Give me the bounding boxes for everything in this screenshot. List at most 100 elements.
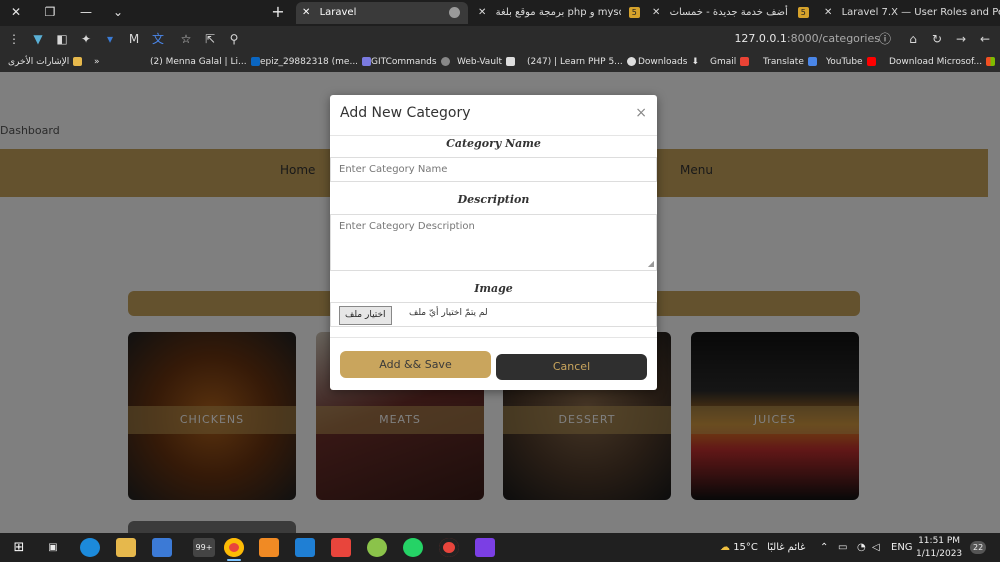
gmail-icon xyxy=(740,57,750,66)
edge-badge[interactable]: 99+ xyxy=(193,538,215,557)
bookmark-label: Downloads xyxy=(638,57,688,67)
udemy-icon: 5 xyxy=(628,6,640,18)
url-host: 127.0.0.1 xyxy=(734,32,787,45)
description-label: Description xyxy=(457,193,530,206)
bookmark-label: Gmail xyxy=(710,57,737,67)
record-icon[interactable] xyxy=(439,538,459,557)
microsoft-icon xyxy=(986,57,996,66)
window-close-icon[interactable]: ✕ xyxy=(6,3,26,21)
linkedin-icon xyxy=(250,57,260,66)
bookmark-label: الإشارات الأخرى xyxy=(8,57,70,67)
new-tab-icon[interactable]: + xyxy=(268,3,288,21)
folder-icon xyxy=(73,57,83,66)
bookmark-overflow[interactable]: » xyxy=(94,55,100,69)
app-icon[interactable] xyxy=(367,538,387,557)
weather-text: غائم غالبًا xyxy=(767,542,806,553)
bookmark-label: Download Microsof... xyxy=(889,57,983,67)
windows-taskbar: ⊞ ▣ 99+ ☁ 15°C غائم غالبًا ⌃ ▭ ◔ ◁ ENG 1… xyxy=(0,533,1000,562)
system-clock[interactable]: 11:51 PM 1/11/2023 xyxy=(916,535,962,561)
bookmark-downloads[interactable]: Downloads ⬇ xyxy=(638,55,699,69)
browser-tab-bar: ✕ ❐ — ⌄ + ✕ Laravel ✕ برمجة موقع بلغة ph… xyxy=(0,0,1000,26)
bookmark-linkedin[interactable]: (2) Menna Galal | Li... xyxy=(150,55,260,69)
chrome-icon[interactable] xyxy=(224,538,244,557)
home-icon[interactable]: ⌂ xyxy=(905,30,921,48)
tab-khamsat[interactable]: ✕ أضف خدمة جديدة - خمسات 5 xyxy=(646,2,814,24)
back-icon[interactable]: ← xyxy=(977,30,993,48)
add-category-modal: Add New Category × Category Name Enter C… xyxy=(330,95,657,390)
translate-extension-icon[interactable]: 文 xyxy=(150,30,166,48)
store-icon[interactable] xyxy=(152,538,172,557)
resize-grip-icon[interactable]: ◢ xyxy=(648,259,654,268)
tray-battery-icon[interactable]: ▭ xyxy=(838,533,847,562)
bookmark-download-microsoft[interactable]: Download Microsof... xyxy=(889,55,996,69)
notification-center-icon[interactable]: 22 xyxy=(970,533,987,562)
weather-temp: 15°C xyxy=(733,542,758,553)
close-icon[interactable]: × xyxy=(635,105,647,121)
edge-icon[interactable] xyxy=(80,538,100,557)
share-icon[interactable]: ⇱ xyxy=(202,30,218,48)
image-file-input: اختيار ملف لم يتمّ اختيار أيّ ملف xyxy=(330,302,657,327)
whatsapp-icon[interactable] xyxy=(403,538,423,557)
tab-laravel-roles[interactable]: ✕ Laravel 7.X — User Roles and Per xyxy=(818,2,1000,24)
window-minimize-icon[interactable]: — xyxy=(76,3,96,21)
anydesk-icon[interactable] xyxy=(331,538,351,557)
bookmark-youtube[interactable]: YouTube xyxy=(826,55,876,69)
bookmark-gmail[interactable]: Gmail xyxy=(710,55,750,69)
description-textarea[interactable]: Enter Category Description ◢ xyxy=(330,214,657,271)
bookmark-label: YouTube xyxy=(826,57,863,67)
vscode-icon[interactable] xyxy=(295,538,315,557)
globe-icon xyxy=(449,7,460,18)
tab-laravel[interactable]: ✕ Laravel xyxy=(296,2,468,24)
bookmark-learn-php[interactable]: (247) | Learn PHP 5... xyxy=(527,55,636,69)
cancel-button[interactable]: Cancel xyxy=(496,354,647,380)
file-explorer-icon[interactable] xyxy=(116,538,136,557)
menu-dots-icon[interactable]: ⋮ xyxy=(6,30,22,48)
bookmark-epiz[interactable]: epiz_29882318 (me... xyxy=(260,55,372,69)
chrome-active-indicator xyxy=(227,559,241,561)
tray-volume-icon[interactable]: ◁ xyxy=(872,533,880,562)
window-restore-icon[interactable]: ❐ xyxy=(40,3,60,21)
tab-close-icon[interactable]: ✕ xyxy=(652,7,660,18)
bookmark-star-icon[interactable]: ☆ xyxy=(178,30,194,48)
address-bar[interactable]: 127.0.0.1:8000/categories xyxy=(700,32,880,45)
reload-icon[interactable]: ↻ xyxy=(929,30,945,48)
bookmark-gitcommands[interactable]: GITCommands xyxy=(371,55,450,69)
tab-close-icon[interactable]: ✕ xyxy=(824,7,832,18)
tab-title: برمجة موقع بلغة php و mysql - ح xyxy=(495,7,621,18)
choose-file-button[interactable]: اختيار ملف xyxy=(339,306,392,325)
tab-search-chevron-icon[interactable]: ⌄ xyxy=(108,3,128,21)
download-icon: ⬇ xyxy=(691,57,699,67)
url-path: :8000/categories xyxy=(786,32,880,45)
notification-badge: 22 xyxy=(970,541,987,554)
windows-start-icon[interactable]: ⊞ xyxy=(9,538,29,557)
forward-icon[interactable]: → xyxy=(953,30,969,48)
tab-php-mysql[interactable]: ✕ برمجة موقع بلغة php و mysql - ح 5 xyxy=(472,2,642,24)
bookmark-label: Web-Vault xyxy=(457,57,503,67)
search-icon[interactable]: ⚲ xyxy=(226,30,242,48)
tab-close-icon[interactable]: ✕ xyxy=(478,7,486,18)
translate-icon xyxy=(807,57,817,66)
bookmark-label: (2) Menna Galal | Li... xyxy=(150,57,247,67)
tray-wifi-icon[interactable]: ◔ xyxy=(857,533,866,562)
tray-chevron-icon[interactable]: ⌃ xyxy=(820,533,828,562)
bookmark-webvault[interactable]: Web-Vault xyxy=(457,55,516,69)
mail-extension-icon[interactable]: M xyxy=(126,30,142,48)
xampp-icon[interactable] xyxy=(259,538,279,557)
bookmark-other[interactable]: الإشارات الأخرى xyxy=(8,55,83,69)
bookmark-translate[interactable]: Translate xyxy=(763,55,817,69)
task-view-icon[interactable]: ▣ xyxy=(43,538,63,557)
weather-widget[interactable]: ☁ 15°C غائم غالبًا xyxy=(720,533,805,562)
sidebar-icon[interactable]: ◧ xyxy=(54,30,70,48)
language-indicator[interactable]: ENG xyxy=(891,533,913,562)
extensions-icon[interactable]: ✦ xyxy=(78,30,94,48)
phpstorm-icon[interactable] xyxy=(475,538,495,557)
site-info-icon[interactable]: ⓘ xyxy=(877,30,893,48)
bookmark-label: GITCommands xyxy=(371,57,437,67)
cloud-sun-icon: ☁ xyxy=(720,542,730,553)
category-name-input[interactable]: Enter Category Name xyxy=(330,157,657,182)
tab-close-icon[interactable]: ✕ xyxy=(302,7,310,18)
vpn-extension-icon[interactable]: ▾ xyxy=(102,30,118,48)
add-save-button[interactable]: Add && Save xyxy=(340,351,491,378)
category-name-label: Category Name xyxy=(446,137,541,150)
vue-devtools-icon[interactable]: ▼ xyxy=(30,30,46,48)
